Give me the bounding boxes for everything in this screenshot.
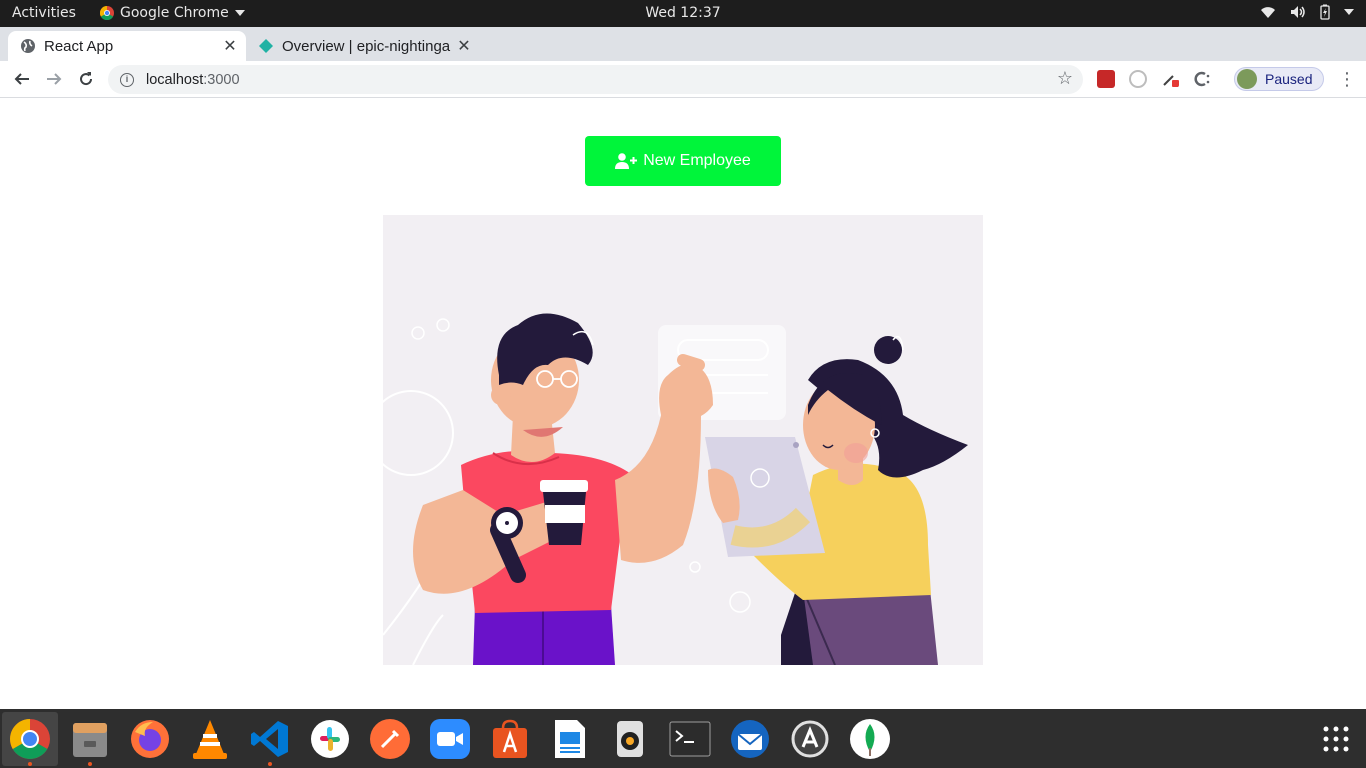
writer-icon — [555, 720, 585, 758]
dock-vscode[interactable] — [242, 712, 298, 766]
slack-icon — [311, 720, 349, 758]
system-top-bar: Activities Google Chrome Wed 12:37 — [0, 0, 1366, 27]
avatar — [1237, 69, 1257, 89]
tab-overview[interactable]: Overview | epic-nightinga ✕ — [250, 31, 480, 61]
app-menu[interactable]: Google Chrome — [100, 5, 245, 21]
profile-button[interactable]: Paused — [1234, 67, 1324, 91]
dock-vlc[interactable] — [182, 712, 238, 766]
tab-react-app[interactable]: React App ✕ — [8, 31, 246, 61]
dock-terminal[interactable] — [662, 712, 718, 766]
vscode-icon — [251, 721, 288, 757]
thunderbird-icon — [731, 720, 769, 758]
reload-icon[interactable] — [75, 68, 97, 90]
netlify-diamond-icon — [259, 39, 273, 53]
app-menu-label: Google Chrome — [120, 5, 229, 21]
chrome-icon — [10, 719, 50, 759]
dock-slack[interactable] — [302, 712, 358, 766]
show-applications-button[interactable] — [1308, 712, 1364, 766]
dock-files[interactable] — [62, 712, 118, 766]
grid-icon — [1323, 726, 1349, 752]
illustration-graphic — [383, 313, 968, 665]
tab-strip: React App ✕ Overview | epic-nightinga ✕ … — [0, 27, 1366, 83]
vlc-icon — [193, 720, 227, 759]
updater-icon — [791, 720, 829, 758]
running-indicator — [88, 762, 92, 766]
zoom-icon — [430, 719, 470, 759]
dock-software-updater[interactable] — [782, 712, 838, 766]
color-picker-extension-icon[interactable] — [1161, 70, 1179, 88]
chevron-down-icon — [234, 10, 245, 16]
back-arrow-icon[interactable] — [11, 68, 33, 90]
extension-circle-icon[interactable] — [1129, 70, 1147, 88]
terminal-icon — [669, 721, 711, 757]
running-indicator — [28, 762, 32, 766]
dock-thunderbird[interactable] — [722, 712, 778, 766]
address-url: localhost:3000 — [146, 71, 240, 88]
globe-icon — [21, 39, 35, 53]
tab-title: React App — [44, 37, 114, 55]
system-menu-chevron-icon — [1344, 9, 1354, 15]
dock-firefox[interactable] — [122, 712, 178, 766]
browser-toolbar: i localhost:3000 ☆ Paused ⋮ — [0, 61, 1366, 98]
activities-button[interactable]: Activities — [12, 5, 76, 21]
profile-status: Paused — [1265, 71, 1313, 87]
new-employee-button[interactable]: New Employee — [585, 136, 781, 186]
bookmark-star-icon[interactable]: ☆ — [1057, 68, 1073, 89]
volume-icon — [1291, 6, 1305, 18]
close-tab-icon[interactable]: ✕ — [454, 36, 474, 56]
team-illustration — [383, 215, 983, 665]
speaker-icon — [617, 721, 643, 757]
extension-c-icon[interactable] — [1193, 70, 1211, 88]
dock — [0, 709, 1366, 768]
mongodb-icon — [850, 719, 890, 759]
page-content: New Employee — [0, 98, 1366, 709]
wifi-icon — [1261, 7, 1275, 18]
extension-red-icon[interactable] — [1097, 70, 1115, 88]
new-employee-label: New Employee — [643, 152, 751, 169]
dock-software-center[interactable] — [482, 712, 538, 766]
dock-zoom[interactable] — [422, 712, 478, 766]
dock-speaker-app[interactable] — [602, 712, 658, 766]
chrome-small-icon — [100, 6, 114, 20]
tab-title: Overview | epic-nightinga — [282, 37, 451, 55]
user-plus-icon — [615, 153, 638, 169]
site-info-icon[interactable]: i — [120, 72, 134, 87]
clock[interactable]: Wed 12:37 — [645, 5, 720, 21]
battery-icon — [1320, 4, 1330, 20]
software-center-icon — [493, 719, 527, 758]
dock-mongodb[interactable] — [842, 712, 898, 766]
more-menu-icon[interactable]: ⋮ — [1338, 69, 1356, 90]
close-tab-icon[interactable]: ✕ — [220, 36, 240, 56]
forward-arrow-icon[interactable] — [43, 68, 65, 90]
dock-writer[interactable] — [542, 712, 598, 766]
dock-chrome[interactable] — [2, 712, 58, 766]
system-status-area[interactable] — [1260, 4, 1354, 20]
dock-postman[interactable] — [362, 712, 418, 766]
firefox-icon — [131, 720, 169, 758]
running-indicator — [268, 762, 272, 766]
address-bar[interactable]: i localhost:3000 ☆ — [108, 65, 1083, 94]
files-icon — [73, 723, 107, 757]
postman-icon — [370, 719, 410, 759]
